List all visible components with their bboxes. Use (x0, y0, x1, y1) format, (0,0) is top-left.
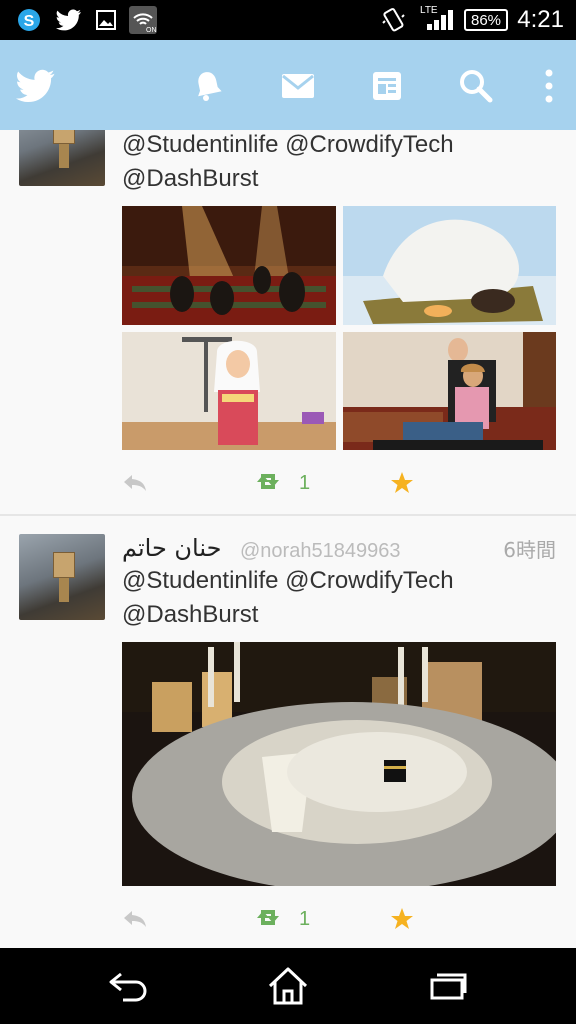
tweet-actions: 1 (122, 468, 556, 498)
wifi-toggle-icon: ON (128, 6, 158, 34)
tweet-photo-mosque-prayer[interactable] (122, 206, 336, 325)
status-bar: S ON LTE 86% 4:21 (0, 0, 576, 40)
favorite-star-icon[interactable] (390, 904, 414, 934)
reply-icon[interactable] (122, 904, 148, 934)
vibrate-icon (380, 7, 406, 33)
signal-strength-icon (424, 7, 454, 33)
tweet-text-line: @DashBurst (122, 165, 259, 192)
tweet-timestamp: 6時間 (503, 538, 556, 562)
tweet-text-line: @Studentinlife @CrowdifyTech (122, 567, 454, 594)
retweet-button[interactable]: 1 (255, 904, 310, 934)
reply-icon[interactable] (122, 468, 148, 498)
notifications-bell-icon[interactable] (186, 64, 230, 108)
twitter-notification-icon (54, 7, 84, 33)
retweet-count: 1 (299, 907, 311, 930)
search-icon[interactable] (454, 64, 498, 108)
user-handle[interactable]: @norah51849963 (240, 540, 400, 563)
clock: 4:21 (517, 6, 564, 33)
svg-text:ON: ON (146, 27, 157, 34)
tweet[interactable]: حنان حاتم @norah51849963 6時間 @Studentinl… (0, 516, 576, 948)
system-nav-bar (0, 948, 576, 1024)
favorite-star-icon[interactable] (390, 468, 414, 498)
skype-icon: S (14, 7, 44, 33)
tweet-text-line: @DashBurst (122, 601, 259, 628)
tweet-text-line: @Studentinlife @CrowdifyTech (122, 131, 454, 158)
overflow-menu-icon[interactable] (527, 64, 571, 108)
home-icon[interactable] (264, 966, 312, 1006)
tweet-photo-child-praying[interactable] (122, 332, 336, 450)
svg-text:S: S (24, 13, 35, 30)
back-icon[interactable] (104, 966, 152, 1006)
messages-envelope-icon[interactable] (276, 64, 320, 108)
retweet-button[interactable]: 1 (255, 468, 310, 498)
tweet-actions: 1 (122, 904, 556, 934)
recent-apps-icon[interactable] (424, 966, 472, 1006)
retweet-icon (255, 470, 285, 496)
image-notification-icon (94, 7, 118, 33)
tweet-photo-prostration[interactable] (343, 206, 556, 325)
display-name[interactable]: حنان حاتم (122, 534, 221, 562)
tweet-photo-mecca[interactable] (122, 642, 556, 886)
app-bar (0, 40, 576, 130)
lists-icon[interactable] (365, 64, 409, 108)
avatar[interactable] (19, 130, 105, 186)
tweet[interactable]: @Studentinlife @CrowdifyTech @DashBurst (0, 130, 576, 516)
battery-level: 86% (464, 9, 508, 31)
avatar[interactable] (19, 534, 105, 620)
tweet-photo-father-daughter-prayer[interactable] (343, 332, 556, 450)
retweet-count: 1 (299, 471, 311, 494)
retweet-icon (255, 906, 285, 932)
timeline-feed[interactable]: @Studentinlife @CrowdifyTech @DashBurst (0, 130, 576, 948)
twitter-bird-icon[interactable] (12, 64, 60, 108)
